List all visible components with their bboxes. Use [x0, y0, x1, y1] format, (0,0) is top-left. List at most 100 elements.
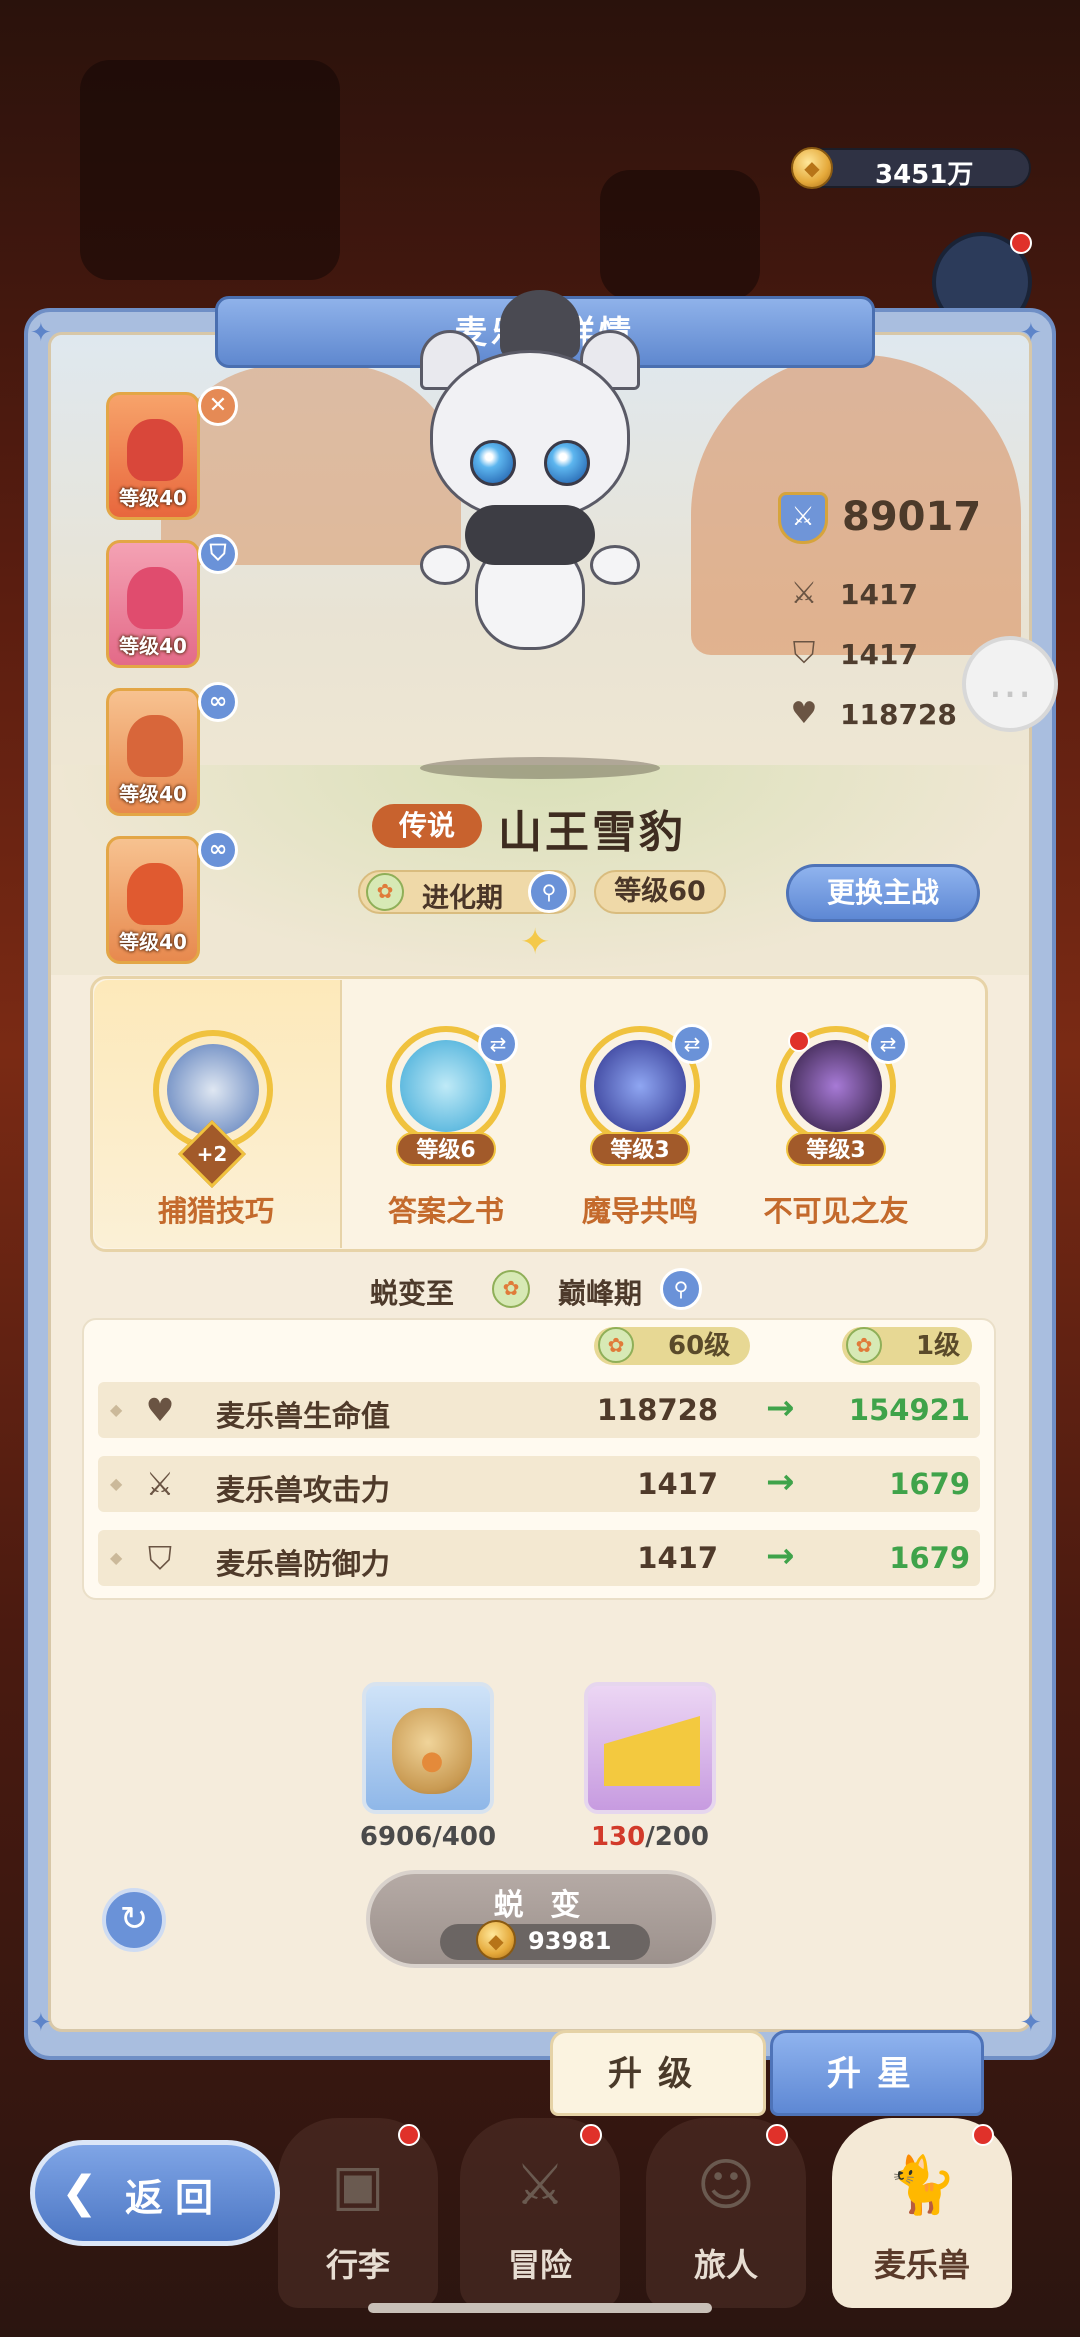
swords-icon: ⚔ — [790, 576, 818, 611]
combat-power-value: 89017 — [842, 494, 982, 540]
monster-portrait — [127, 715, 183, 777]
remove-icon[interactable]: ✕ — [198, 386, 238, 426]
material-required: /200 — [645, 1822, 710, 1852]
traveler-icon: ☺ — [696, 2153, 756, 2218]
team-slot[interactable]: 等级40 — [106, 836, 200, 964]
pet-arm — [420, 545, 470, 585]
switch-main-button[interactable]: 更换主战 — [786, 864, 980, 922]
notification-dot — [788, 1030, 810, 1052]
shield-icon: ⛉ — [792, 636, 816, 671]
nav-pets[interactable]: 🐈 麦乐兽 — [832, 2118, 1012, 2308]
gold-coin-icon — [476, 1920, 516, 1960]
pet-eye — [544, 440, 590, 486]
row-bullet-icon: ◆ — [110, 1400, 123, 1419]
material-required: /400 — [432, 1822, 497, 1852]
background-silhouette — [600, 170, 760, 300]
team-slot-level: 等级40 — [119, 634, 187, 658]
notification-dot — [766, 2124, 788, 2146]
material-count: 130/200 — [540, 1822, 760, 1852]
team-slot-level: 等级40 — [119, 486, 187, 510]
rarity-badge: 传说 — [372, 804, 482, 848]
corner-ornament-icon: ✦ — [1020, 2008, 1042, 2038]
team-slot[interactable]: 等级40 — [106, 392, 200, 520]
notification-dot — [1010, 232, 1032, 254]
gold-coin-icon — [791, 147, 833, 189]
skill-name[interactable]: 捕猎技巧 — [116, 1188, 316, 1230]
skill-name[interactable]: 不可见之友 — [736, 1188, 936, 1230]
nav-travelers[interactable]: ☺ 旅人 — [646, 2118, 806, 2308]
evolve-button[interactable]: 蜕 变 93981 — [366, 1870, 716, 1968]
material-food-bag[interactable] — [362, 1682, 494, 1814]
chat-bubble-icon[interactable]: … — [962, 636, 1058, 732]
row-next-value: 1679 — [889, 1541, 970, 1575]
material-cheese[interactable] — [584, 1682, 716, 1814]
material-owned: 130 — [590, 1822, 646, 1852]
evolve-cost: 93981 — [440, 1920, 650, 1960]
gold-amount: 3451万 — [875, 160, 974, 190]
pet-eye — [470, 440, 516, 486]
row-bullet-icon: ◆ — [110, 1548, 123, 1567]
swap-icon[interactable]: ⇄ — [868, 1024, 908, 1064]
tab-star-up[interactable]: 升星 — [770, 2030, 984, 2116]
swap-icon[interactable]: ⇄ — [672, 1024, 712, 1064]
table-row: ◆ ♥ 麦乐兽生命值 118728 → 154921 — [98, 1382, 980, 1438]
nav-label: 麦乐兽 — [873, 2246, 970, 2284]
team-slot[interactable]: 等级40 — [106, 540, 200, 668]
heart-icon: ♥ — [790, 696, 818, 731]
sprout-icon: ✿ — [598, 1327, 634, 1363]
team-slot-level: 等级40 — [119, 782, 187, 806]
cheese-icon — [604, 1716, 700, 1786]
star-icon: ✦ — [520, 922, 551, 963]
next-level-text: 1级 — [916, 1331, 961, 1361]
tab-upgrade[interactable]: 升级 — [550, 2030, 766, 2116]
corner-ornament-icon: ✦ — [30, 318, 52, 348]
nav-label: 行李 — [325, 2246, 390, 2284]
arrow-right-icon: → — [766, 1388, 795, 1428]
crossed-swords-icon: ⚔ — [514, 2153, 566, 2218]
table-row: ◆ ⛉ 麦乐兽防御力 1417 → 1679 — [98, 1530, 980, 1586]
pet-name: 山王雪豹 — [498, 807, 686, 858]
back-arrow-icon: ❮ — [61, 2167, 98, 2218]
skill-name[interactable]: 答案之书 — [346, 1188, 546, 1230]
pet-arm — [590, 545, 640, 585]
next-level-pill: ✿ 1级 — [842, 1327, 972, 1365]
notification-dot — [398, 2124, 420, 2146]
shield-icon: ⛉ — [147, 1539, 172, 1577]
pet-cat-icon: 🐈 — [887, 2153, 957, 2218]
nav-label: 冒险 — [507, 2246, 572, 2284]
team-slot[interactable]: 等级40 — [106, 688, 200, 816]
sprout-icon: ✿ — [366, 873, 404, 911]
back-button-label: 返回 — [125, 2176, 226, 2220]
back-button[interactable]: ❮ 返回 — [30, 2140, 280, 2246]
swap-icon[interactable]: ⇄ — [478, 1024, 518, 1064]
shield-badge-icon: ⛉ — [198, 534, 238, 574]
row-label: 麦乐兽防御力 — [216, 1547, 391, 1581]
pet-collar — [465, 505, 595, 565]
corner-ornament-icon: ✦ — [30, 2008, 52, 2038]
evolve-button-label: 蜕 变 — [493, 1888, 589, 1923]
evolve-cost-value: 93981 — [528, 1927, 612, 1955]
background-silhouette — [80, 60, 340, 280]
corner-ornament-icon: ✦ — [1020, 318, 1042, 348]
pet-level: 等级60 — [594, 870, 726, 914]
arrow-right-icon: → — [766, 1462, 795, 1502]
link-icon: ∞ — [198, 682, 238, 722]
stage-info-icon[interactable]: ⚲ — [528, 871, 570, 913]
link-icon: ∞ — [198, 830, 238, 870]
pet-snow-leopard-sprite[interactable] — [380, 290, 680, 690]
nav-adventure[interactable]: ⚔ 冒险 — [460, 2118, 620, 2308]
material-count: 6906/400 — [318, 1822, 538, 1852]
refresh-icon[interactable]: ↻ — [102, 1888, 166, 1952]
combat-power-icon: ⚔ — [778, 492, 828, 544]
nav-inventory[interactable]: ▣ 行李 — [278, 2118, 438, 2308]
row-label: 麦乐兽攻击力 — [216, 1473, 391, 1507]
stage-label: 进化期 — [422, 883, 503, 914]
stage-info-icon[interactable]: ⚲ — [660, 1268, 702, 1310]
sprout-icon: ✿ — [846, 1327, 882, 1363]
notification-dot — [972, 2124, 994, 2146]
food-bag-icon — [392, 1708, 472, 1794]
skill-name[interactable]: 魔导共鸣 — [540, 1188, 740, 1230]
backpack-icon: ▣ — [331, 2153, 385, 2218]
monster-portrait — [127, 567, 183, 629]
row-current-value: 1417 — [637, 1467, 718, 1501]
